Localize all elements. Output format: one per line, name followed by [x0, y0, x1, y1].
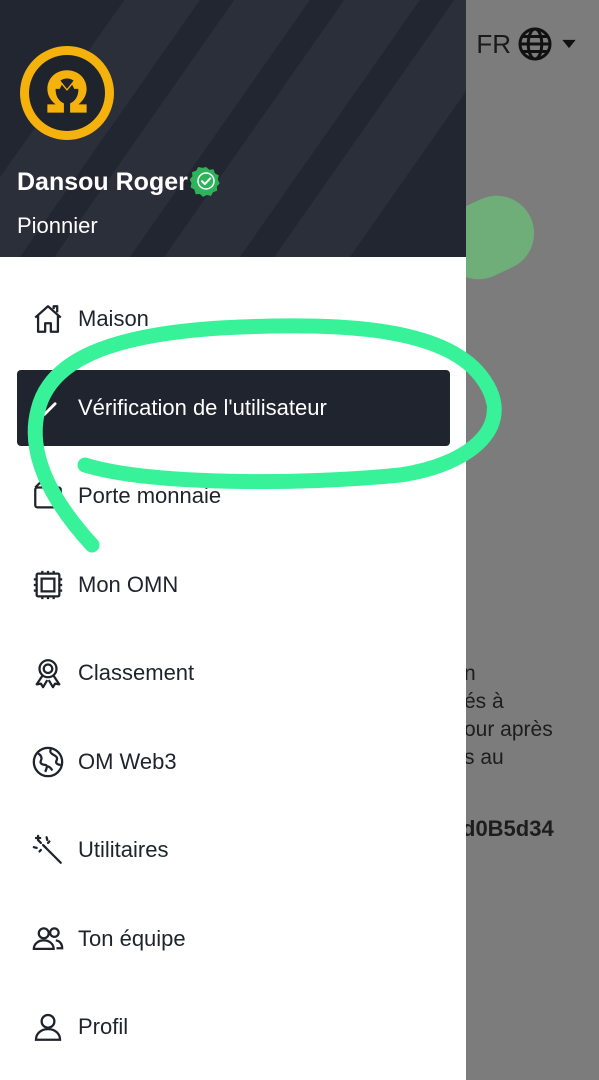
verified-badge-icon — [190, 166, 220, 197]
menu-item-wallet[interactable]: Porte monnaie — [0, 452, 466, 541]
check-icon — [30, 390, 66, 426]
menu-item-label: Ton équipe — [78, 925, 186, 951]
home-icon — [30, 301, 66, 337]
award-ribbon-icon — [30, 655, 66, 691]
language-label: FR — [476, 28, 511, 59]
magic-wand-icon — [30, 832, 66, 868]
menu-item-label: Mon OMN — [78, 571, 179, 597]
user-icon — [30, 1009, 66, 1045]
language-selector[interactable]: FR — [476, 26, 579, 62]
menu-item-my-team[interactable]: Ton équipe — [0, 895, 466, 984]
globe-icon — [518, 27, 552, 61]
menu-item-profile[interactable]: Profil — [0, 983, 466, 1072]
user-role: Pionnier — [17, 213, 98, 238]
drawer-menu: Maison Vérification de l'utilisateur Por… — [0, 275, 466, 1072]
background-dot — [486, 400, 498, 412]
menu-item-label: Vérification de l'utilisateur — [78, 394, 327, 420]
chip-icon — [30, 567, 66, 603]
user-name: Dansou Roger — [17, 168, 188, 196]
wallet-icon — [30, 478, 66, 514]
navigation-drawer: Dansou Roger Pionnier Maison Vérificatio… — [0, 0, 466, 1080]
team-icon — [30, 921, 66, 957]
menu-item-my-omn[interactable]: Mon OMN — [0, 541, 466, 630]
menu-item-utilities[interactable]: Utilitaires — [0, 806, 466, 895]
menu-item-user-verification[interactable]: Vérification de l'utilisateur — [0, 364, 466, 453]
background-partial-address: d0B5d34 — [462, 816, 554, 841]
menu-item-label: Porte monnaie — [78, 483, 222, 509]
menu-item-label: Maison — [78, 306, 149, 332]
app-logo — [20, 46, 114, 140]
menu-item-label: Profil — [78, 1014, 129, 1040]
drawer-header: Dansou Roger Pionnier — [0, 0, 466, 257]
menu-item-maison[interactable]: Maison — [0, 275, 466, 364]
menu-item-label: Classement — [78, 660, 195, 686]
omega-logo-icon — [47, 70, 87, 113]
menu-item-ranking[interactable]: Classement — [0, 629, 466, 718]
menu-item-label: Utilitaires — [78, 837, 169, 863]
background-partial-text: n és à our après s au — [464, 662, 553, 769]
menu-item-label: OM Web3 — [78, 748, 177, 774]
caret-down-icon — [562, 39, 576, 49]
globe-icon — [30, 744, 66, 780]
menu-item-om-web3[interactable]: OM Web3 — [0, 718, 466, 807]
